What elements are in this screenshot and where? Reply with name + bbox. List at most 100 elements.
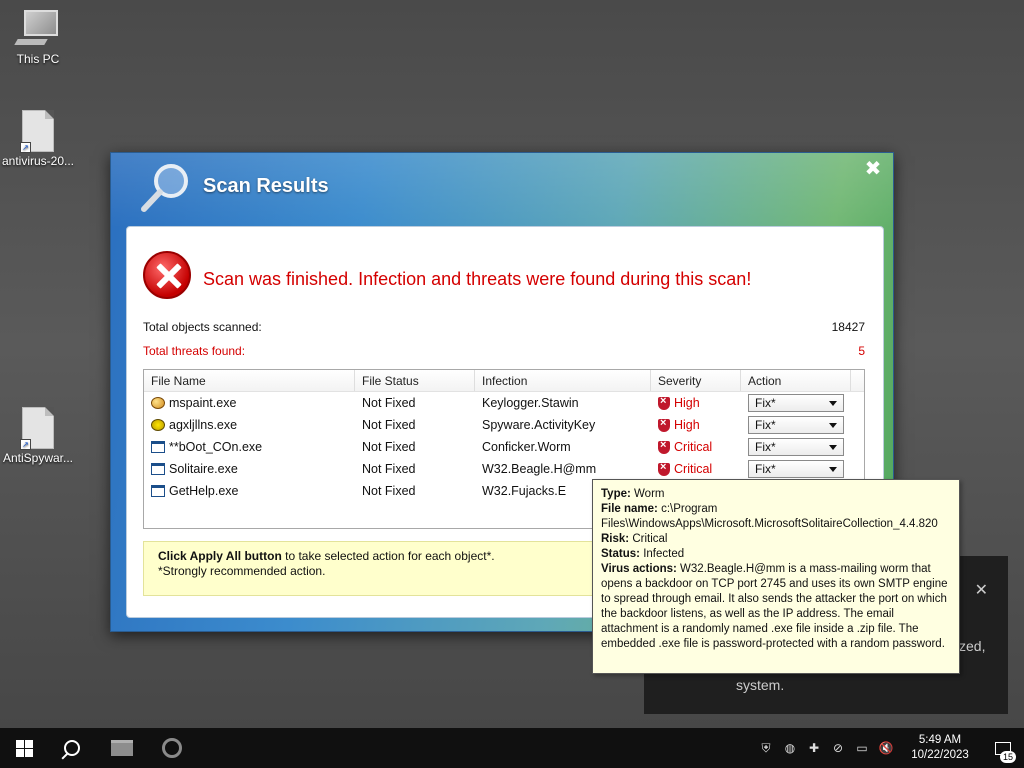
network-disabled-icon[interactable]: ⊘ [826,728,850,768]
cortana-button[interactable] [148,728,196,768]
tooltip-file-path: Files\WindowsApps\Microsoft.MicrosoftSol… [601,518,938,530]
scan-headline: Scan was finished. Infection and threats… [203,269,752,289]
notice-bold: Click Apply All button [158,549,282,563]
file-name: agxljllns.exe [169,418,238,432]
notification-count: 15 [999,751,1016,763]
tooltip-type-value: Worm [634,488,665,500]
severity-label: High [674,418,700,432]
table-header: File Name File Status Infection Severity… [144,370,864,392]
search-button[interactable] [48,728,96,768]
tooltip-status-label: Status: [601,548,640,560]
severity-label: High [674,396,700,410]
threat-details-tooltip: Type: Worm File name: c:\Program Files\W… [592,479,960,674]
action-dropdown[interactable]: Fix* [748,394,844,412]
toast-close-button[interactable]: ✕ [975,580,988,600]
file-icon: ↗ [20,110,54,153]
file-explorer-button[interactable] [98,728,146,768]
severity-label: Critical [674,462,713,476]
shortcut-arrow-icon: ↗ [20,142,31,153]
action-dropdown[interactable]: Fix* [748,416,844,434]
file-status: Not Fixed [362,418,416,432]
total-threats-value: 5 [858,344,865,358]
cortana-icon [162,738,182,758]
tooltip-risk-label: Risk: [601,533,630,545]
security-center-icon[interactable]: ◍ [778,728,802,768]
desktop-icon-label: antivirus-20... [1,154,75,168]
toast-text: zed, [959,638,986,654]
magnifier-icon [141,164,188,212]
toast-text: system. [736,677,785,693]
shortcut-arrow-icon: ↗ [20,439,31,450]
tooltip-file-label: File name: [601,503,658,515]
notice-text: to take selected action for each object*… [281,549,495,563]
dialog-title: Scan Results [203,175,329,197]
column-header-file-name[interactable]: File Name [144,370,355,391]
tooltip-actions-value: W32.Beagle.H@mm is a mass-mailing worm t… [601,563,948,650]
file-name: GetHelp.exe [169,484,239,498]
system-tray: ⛨ ◍ ✚ ⊘ ▭ 🔇 5:49 AM 10/22/2023 15 [754,728,1024,768]
total-threats-label: Total threats found: [143,344,246,358]
network-icon[interactable]: ▭ [850,728,874,768]
windows-logo-icon [15,739,33,757]
table-row[interactable]: agxljllns.exe Not Fixed Spyware.Activity… [144,414,864,436]
computer-icon [14,10,60,50]
file-icon: ↗ [20,407,54,450]
column-header-action[interactable]: Action [741,370,851,391]
volume-muted-icon[interactable]: 🔇 [874,728,898,768]
desktop-icon-antivirus[interactable]: ↗ antivirus-20... [0,110,76,168]
column-header-file-status[interactable]: File Status [355,370,475,391]
table-row[interactable]: **bOot_COn.exe Not Fixed Conficker.Worm … [144,436,864,458]
taskbar: ⛨ ◍ ✚ ⊘ ▭ 🔇 5:49 AM 10/22/2023 15 [0,728,1024,768]
column-header-severity[interactable]: Severity [651,370,741,391]
file-status: Not Fixed [362,440,416,454]
paint-icon [151,397,165,409]
clock-date: 10/22/2023 [911,749,969,761]
desktop-icon-label: AntiSpywar... [2,451,74,465]
severity-label: Critical [674,440,713,454]
clock[interactable]: 5:49 AM 10/22/2023 [898,733,982,763]
file-name: mspaint.exe [169,396,237,410]
start-button[interactable] [0,728,48,768]
app-window-icon [151,441,165,453]
shield-alert-icon [658,396,670,410]
folder-icon [111,740,133,756]
desktop-icon-label: This PC [16,52,60,66]
clock-time: 5:49 AM [918,734,962,746]
action-dropdown[interactable]: Fix* [748,460,844,478]
desktop-icon-this-pc[interactable]: This PC [0,10,76,66]
table-row[interactable]: Solitaire.exe Not Fixed W32.Beagle.H@mm … [144,458,864,480]
shield-icon[interactable]: ⛨ [754,728,778,768]
tooltip-actions-label: Virus actions: [601,563,677,575]
shield-alert-icon [658,462,670,476]
error-icon [143,251,191,299]
total-scanned-label: Total objects scanned: [143,320,262,334]
shield-alert-icon [658,440,670,454]
tooltip-status-value: Infected [643,548,685,560]
defender-icon[interactable]: ✚ [802,728,826,768]
file-status: Not Fixed [362,462,416,476]
file-status: Not Fixed [362,484,416,498]
infection-name: W32.Beagle.H@mm [482,462,597,476]
table-row[interactable]: mspaint.exe Not Fixed Keylogger.Stawin H… [144,392,864,414]
tooltip-risk-value: Critical [632,533,668,545]
infection-name: Keylogger.Stawin [482,396,579,410]
file-status: Not Fixed [362,396,416,410]
app-window-icon [151,485,165,497]
action-center-button[interactable]: 15 [982,728,1024,768]
action-dropdown[interactable]: Fix* [748,438,844,456]
shield-alert-icon [658,418,670,432]
total-threats-row: Total threats found: 5 [143,344,865,358]
app-window-icon [151,463,165,475]
tooltip-file-value: c:\Program [661,503,718,515]
total-scanned-row: Total objects scanned: 18427 [143,320,865,334]
column-header-infection[interactable]: Infection [475,370,651,391]
close-button[interactable]: ✖ [863,159,883,179]
biohazard-icon [151,419,165,431]
tooltip-type-label: Type: [601,488,631,500]
file-name: **bOot_COn.exe [169,440,263,454]
total-scanned-value: 18427 [831,320,865,334]
infection-name: Conficker.Worm [482,440,571,454]
desktop-icon-antispyware[interactable]: ↗ AntiSpywar... [0,407,76,465]
search-icon [64,740,80,756]
infection-name: Spyware.ActivityKey [482,418,596,432]
